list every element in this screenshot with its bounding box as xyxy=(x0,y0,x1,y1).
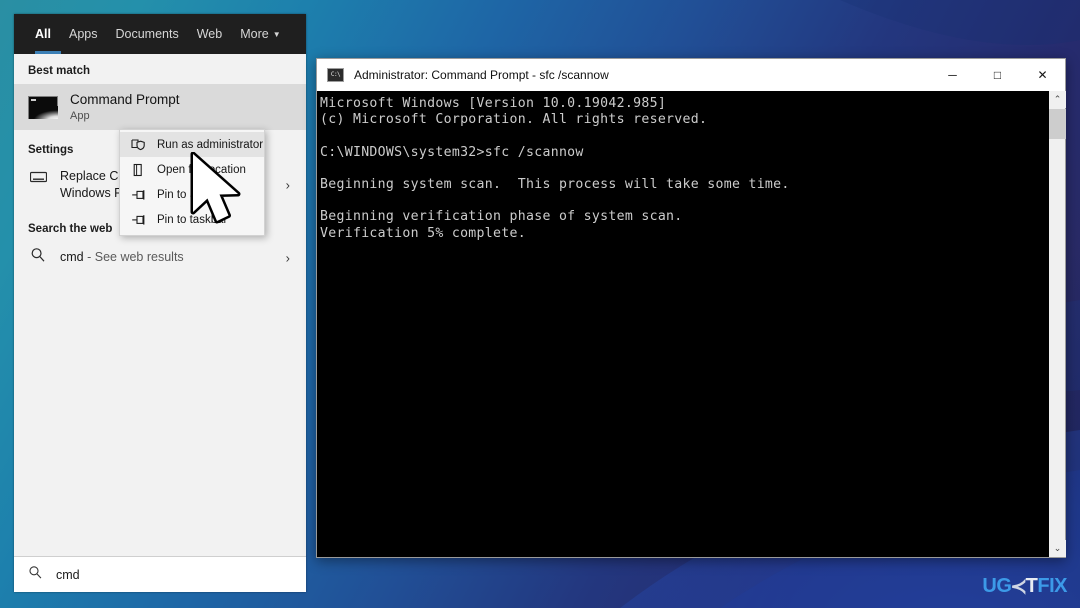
web-result-suffix: - See web results xyxy=(83,250,184,264)
menu-item-open-file-location-label: Open file location xyxy=(157,163,246,176)
console-body: Microsoft Windows [Version 10.0.19042.98… xyxy=(317,91,1066,557)
tab-apps[interactable]: Apps xyxy=(60,14,107,54)
search-input[interactable]: cmd xyxy=(14,556,306,592)
best-match-title: Command Prompt xyxy=(70,92,180,107)
web-result-query: cmd xyxy=(60,250,84,264)
chevron-right-icon-web[interactable]: › xyxy=(286,250,290,265)
menu-item-run-as-administrator[interactable]: Run as administrator xyxy=(120,132,264,157)
tab-web[interactable]: Web xyxy=(188,14,231,54)
chevron-down-icon: ▼ xyxy=(272,30,281,39)
web-result-row[interactable]: cmd - See web results › xyxy=(14,242,306,273)
close-button[interactable]: ✕ xyxy=(1020,59,1065,90)
tab-all[interactable]: All xyxy=(26,14,60,54)
search-input-value: cmd xyxy=(56,567,80,582)
scrollbar-thumb[interactable] xyxy=(1049,109,1066,139)
tab-web-label: Web xyxy=(196,27,223,41)
pin-icon xyxy=(131,188,148,202)
tab-more-label: More xyxy=(240,27,269,41)
tab-more[interactable]: More ▼ xyxy=(231,14,289,54)
window-titlebar[interactable]: C:\ Administrator: Command Prompt - sfc … xyxy=(317,59,1065,91)
chevron-right-icon[interactable]: › xyxy=(286,178,290,193)
tab-documents[interactable]: Documents xyxy=(106,14,187,54)
ugetfix-watermark: UG ≺ T FIX xyxy=(982,574,1067,599)
best-match-subtitle: App xyxy=(70,110,90,122)
menu-item-pin-to-start[interactable]: Pin to Start xyxy=(120,182,264,207)
best-match-text: Command Prompt App xyxy=(70,92,180,122)
menu-item-open-file-location[interactable]: Open file location xyxy=(120,157,264,182)
minimize-button[interactable]: ─ xyxy=(930,59,975,90)
best-match-result-command-prompt[interactable]: Command Prompt App xyxy=(14,84,306,130)
scroll-down-icon[interactable]: ⌄ xyxy=(1049,540,1066,557)
watermark-part-fix: FIX xyxy=(1037,575,1067,597)
start-search-panel: All Apps Documents Web More ▼ Best match … xyxy=(14,14,306,592)
menu-item-pin-to-start-label: Pin to Start xyxy=(157,188,214,201)
scroll-up-icon[interactable]: ⌃ xyxy=(1049,91,1066,108)
console-output[interactable]: Microsoft Windows [Version 10.0.19042.98… xyxy=(317,91,1048,557)
search-icon-input xyxy=(28,565,43,585)
desktop: All Apps Documents Web More ▼ Best match … xyxy=(0,0,1080,608)
search-filter-tabbar: All Apps Documents Web More ▼ xyxy=(14,14,306,54)
pin-icon-taskbar xyxy=(131,213,148,227)
watermark-part-ug: UG xyxy=(982,575,1012,597)
tab-documents-label: Documents xyxy=(115,27,179,41)
watermark-part-t: T xyxy=(1025,575,1038,597)
watermark-glyph: ≺ xyxy=(1010,576,1027,598)
tab-apps-label: Apps xyxy=(68,27,98,41)
web-result-label: cmd - See web results xyxy=(60,249,184,266)
console-scrollbar[interactable]: ⌃ ⌄ xyxy=(1048,91,1066,557)
shield-icon xyxy=(131,138,148,152)
maximize-button[interactable]: □ xyxy=(975,59,1020,90)
tab-all-label: All xyxy=(35,27,51,41)
folder-open-icon xyxy=(131,163,148,177)
search-icon xyxy=(30,247,48,268)
command-prompt-window: C:\ Administrator: Command Prompt - sfc … xyxy=(316,58,1066,558)
menu-item-pin-to-taskbar[interactable]: Pin to taskbar xyxy=(120,207,264,232)
command-prompt-icon xyxy=(28,95,58,119)
console-icon: C:\ xyxy=(327,68,344,82)
best-match-header: Best match xyxy=(28,65,90,77)
keyboard-icon xyxy=(29,170,48,188)
menu-item-run-as-administrator-label: Run as administrator xyxy=(157,138,264,151)
window-title: Administrator: Command Prompt - sfc /sca… xyxy=(354,68,609,82)
menu-item-pin-to-taskbar-label: Pin to taskbar xyxy=(157,213,228,226)
context-menu: Run as administrator Open file location … xyxy=(119,129,265,236)
